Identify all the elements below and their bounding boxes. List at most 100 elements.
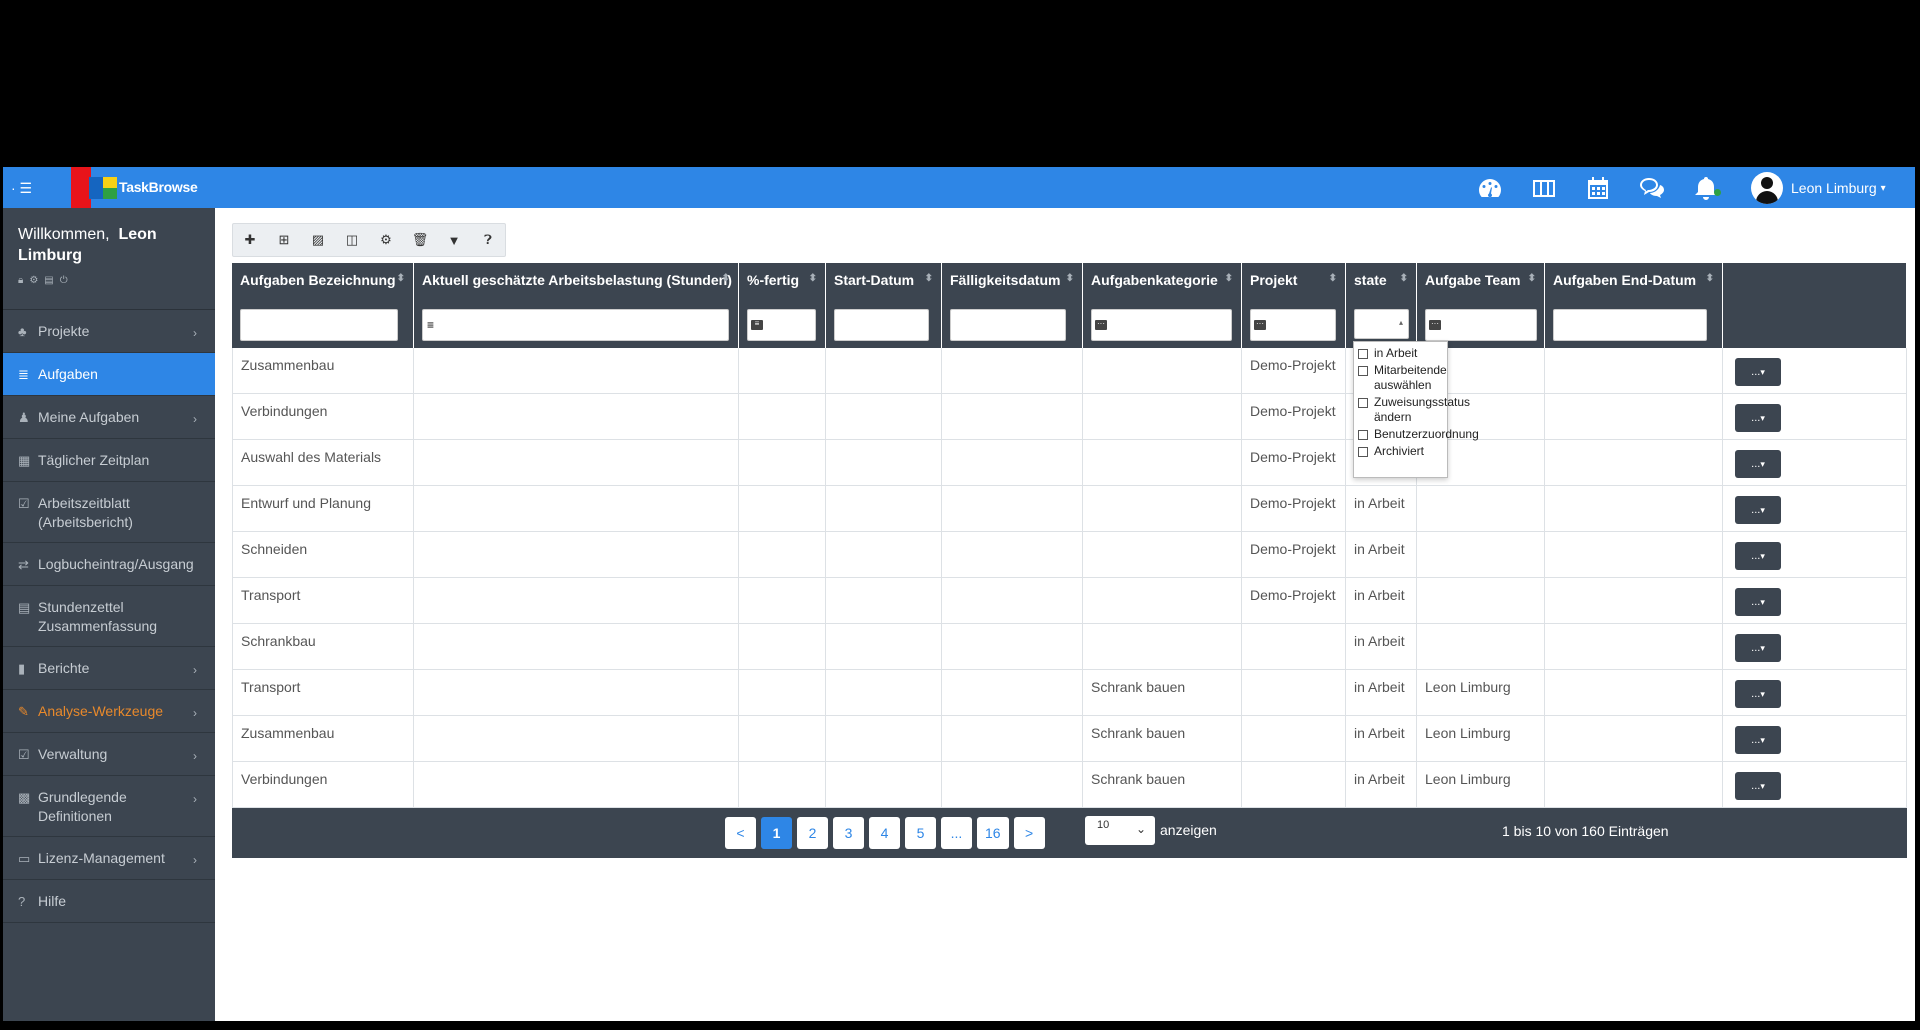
sidebar-item-aufgaben[interactable]: ≣ Aufgaben: [3, 353, 215, 396]
monitor-icon[interactable]: ▤: [44, 275, 53, 286]
bell-icon[interactable]: [1679, 167, 1733, 208]
sidebar-item-logbucheintrag-ausgang[interactable]: ⇄ Logbucheintrag/Ausgang: [3, 543, 215, 586]
column-header[interactable]: %-fertig ⬍: [739, 263, 826, 301]
sidebar-item-projekte[interactable]: ♣ Projekte ›: [3, 310, 215, 353]
table-row[interactable]: Auswahl des Materials Demo-Projekt... ▾: [232, 440, 1907, 486]
page-button[interactable]: ...: [941, 817, 972, 849]
row-actions-button[interactable]: ... ▾: [1735, 726, 1781, 754]
column-header[interactable]: Aufgaben End-Datum ⬍: [1545, 263, 1723, 301]
chat-icon[interactable]: [1625, 167, 1679, 208]
page-button[interactable]: 5: [905, 817, 936, 849]
row-actions-button[interactable]: ... ▾: [1735, 358, 1781, 386]
state-filter-option[interactable]: Benutzerzuordnung: [1354, 426, 1479, 443]
help-icon[interactable]: ❓︎: [471, 224, 505, 256]
sidebar-item-lizenz-management[interactable]: ▭ Lizenz-Management ›: [3, 837, 215, 880]
column-header[interactable]: Projekt ⬍: [1242, 263, 1346, 301]
sort-icon[interactable]: ⬍: [1706, 273, 1714, 284]
table-row[interactable]: Verbindungen Demo-Projekt... ▾: [232, 394, 1907, 440]
column-header[interactable]: Aufgabe Team ⬍: [1417, 263, 1545, 301]
row-actions-button[interactable]: ... ▾: [1735, 542, 1781, 570]
table-row[interactable]: Schrankbau in Arbeit... ▾: [232, 624, 1907, 670]
state-filter-select[interactable]: ▴: [1354, 309, 1409, 339]
page-button[interactable]: 3: [833, 817, 864, 849]
table-row[interactable]: Zusammenbau Demo-Projekt... ▾: [232, 348, 1907, 394]
add-icon[interactable]: ✚: [233, 224, 267, 256]
gear-icon[interactable]: ⚙: [29, 275, 38, 286]
row-actions-button[interactable]: ... ▾: [1735, 496, 1781, 524]
sort-icon[interactable]: ⬍: [1066, 273, 1074, 284]
column-filter-select[interactable]: ···: [1091, 309, 1232, 341]
sidebar-item-analyse-werkzeuge[interactable]: ✎ Analyse-Werkzeuge ›: [3, 690, 215, 733]
column-filter-select[interactable]: ···: [1425, 309, 1537, 341]
state-filter-option[interactable]: Mitarbeitende auswählen: [1354, 362, 1447, 394]
row-actions-button[interactable]: ... ▾: [1735, 634, 1781, 662]
column-filter-select[interactable]: ≡: [747, 309, 816, 341]
columns-icon[interactable]: ◫: [335, 224, 369, 256]
gear-icon[interactable]: ⚙: [369, 224, 403, 256]
columns-icon[interactable]: [1517, 167, 1571, 208]
sort-icon[interactable]: ⬍: [1329, 273, 1337, 284]
sidebar-item-hilfe[interactable]: ? Hilfe: [3, 880, 215, 923]
row-actions-button[interactable]: ... ▾: [1735, 588, 1781, 616]
table-row[interactable]: Verbindungen Schrank bauen in Arbeit Leon L…: [232, 762, 1907, 808]
sort-icon[interactable]: ⬍: [1400, 273, 1408, 284]
state-filter-option[interactable]: in Arbeit: [1354, 345, 1447, 362]
column-filter-input[interactable]: [422, 309, 729, 341]
filter-icon[interactable]: ▼: [437, 224, 471, 256]
page-button[interactable]: 2: [797, 817, 828, 849]
row-actions-button[interactable]: ... ▾: [1735, 680, 1781, 708]
page-button[interactable]: 1: [761, 817, 792, 849]
prev-page-button[interactable]: <: [725, 817, 756, 849]
page-size-select[interactable]: 10 ⌄: [1085, 816, 1155, 845]
table-row[interactable]: Transport Demo-Projekt in Arbeit... ▾: [232, 578, 1907, 624]
checkbox[interactable]: [1358, 349, 1368, 359]
table-row[interactable]: Schneiden Demo-Projekt in Arbeit... ▾: [232, 532, 1907, 578]
sidebar-item-grundlegende-definitionen[interactable]: ▩ Grundlegende Definitionen ›: [3, 776, 215, 837]
dashboard-icon[interactable]: [1463, 167, 1517, 208]
sidebar-item-arbeitszeitblatt-arbeitsbericht[interactable]: ☑ Arbeitszeitblatt (Arbeitsbericht): [3, 482, 215, 543]
sidebar-item-stundenzettel-zusammenfassung[interactable]: ▤ Stundenzettel Zusammenfassung: [3, 586, 215, 647]
checkbox[interactable]: [1358, 398, 1368, 408]
calendar-icon[interactable]: [1571, 167, 1625, 208]
user-menu[interactable]: Leon Limburg ▾: [1751, 171, 1886, 205]
row-actions-button[interactable]: ... ▾: [1735, 404, 1781, 432]
sort-icon[interactable]: ⬍: [925, 273, 933, 284]
excel-icon[interactable]: ▨: [301, 224, 335, 256]
row-actions-button[interactable]: ... ▾: [1735, 450, 1781, 478]
column-header[interactable]: Fälligkeitsdatum ⬍: [942, 263, 1083, 301]
menu-toggle-icon[interactable]: · ☰: [11, 177, 37, 199]
page-button[interactable]: 16: [977, 817, 1009, 849]
column-header[interactable]: Aufgaben Bezeichnung ⬍: [232, 263, 414, 301]
sort-icon[interactable]: ⬍: [1528, 273, 1536, 284]
table-row[interactable]: Entwurf und Planung Demo-Projekt in Arbeit…: [232, 486, 1907, 532]
column-header[interactable]: Aufgabenkategorie ⬍: [1083, 263, 1242, 301]
state-filter-option[interactable]: Archiviert: [1354, 443, 1447, 460]
checkbox[interactable]: [1358, 366, 1368, 376]
table-row[interactable]: Transport Schrank bauen in Arbeit Leon Limb…: [232, 670, 1907, 716]
page-button[interactable]: 4: [869, 817, 900, 849]
table-row[interactable]: Zusammenbau Schrank bauen in Arbeit Leon Li…: [232, 716, 1907, 762]
state-filter-option[interactable]: Zuweisungsstatus ändern: [1354, 394, 1470, 426]
next-page-button[interactable]: >: [1013, 817, 1045, 849]
column-filter-input[interactable]: [834, 309, 929, 341]
checkbox[interactable]: [1358, 430, 1368, 440]
sort-icon[interactable]: ⬍: [397, 273, 405, 284]
column-header[interactable]: Aktuell geschätzte Arbeitsbelastung (Stu…: [414, 263, 739, 301]
sidebar-item-meine-aufgaben[interactable]: ♟ Meine Aufgaben ›: [3, 396, 215, 439]
sort-icon[interactable]: ⬍: [809, 273, 817, 284]
power-icon[interactable]: ⏻: [60, 275, 68, 286]
column-header[interactable]: [1723, 263, 1907, 301]
sort-icon[interactable]: ⬍: [1225, 273, 1233, 284]
trash-icon[interactable]: 🗑︎: [403, 224, 437, 256]
sidebar-item-täglicher-zeitplan[interactable]: ▦ Täglicher Zeitplan: [3, 439, 215, 482]
add-box-icon[interactable]: ⊞: [267, 224, 301, 256]
sort-icon[interactable]: ⬍: [722, 273, 730, 284]
column-header[interactable]: Start-Datum ⬍: [826, 263, 942, 301]
row-actions-button[interactable]: ... ▾: [1735, 772, 1781, 800]
lock-icon[interactable]: 🔒︎: [18, 275, 23, 286]
sidebar-item-berichte[interactable]: ▮ Berichte ›: [3, 647, 215, 690]
column-filter-input[interactable]: [240, 309, 398, 341]
column-header[interactable]: state ⬍: [1346, 263, 1417, 301]
column-filter-input[interactable]: [950, 309, 1066, 341]
column-filter-input[interactable]: [1553, 309, 1707, 341]
